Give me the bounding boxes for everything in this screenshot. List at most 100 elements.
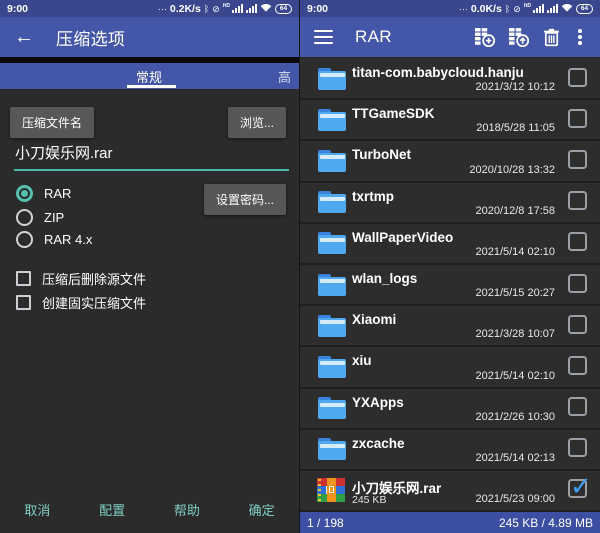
- file-row[interactable]: titan-com.babycloud.hanju 2021/3/12 10:1…: [300, 59, 600, 101]
- set-password-button[interactable]: 设置密码...: [203, 184, 286, 215]
- active-tab-underline: [127, 85, 176, 88]
- notification-dots-icon: ···: [458, 3, 468, 14]
- file-row[interactable]: YXApps 2021/2/26 10:30: [300, 388, 600, 430]
- delete-source-checkbox-row[interactable]: 压缩后删除源文件: [16, 269, 146, 288]
- folder-icon: [318, 314, 346, 337]
- menu-hamburger-icon[interactable]: [314, 29, 333, 45]
- radio-label: RAR: [44, 186, 72, 201]
- format-radio-zip[interactable]: ZIP: [16, 209, 64, 226]
- folder-icon: [318, 191, 346, 214]
- radio-icon[interactable]: [16, 185, 33, 202]
- battery-icon: 64: [275, 3, 292, 14]
- folder-icon: [318, 67, 346, 90]
- folder-icon: [318, 232, 346, 255]
- file-checkbox[interactable]: [568, 314, 587, 334]
- file-name: YXApps: [352, 394, 404, 410]
- file-checkbox[interactable]: [568, 471, 592, 502]
- bluetooth-icon: ᛒ: [203, 3, 210, 14]
- file-date: 2021/5/23 09:00: [475, 493, 555, 506]
- tab-bar: 常规 高级: [0, 63, 299, 104]
- general-tab-panel: 压缩文件名 浏览... 小刀娱乐网.rar RAR ZIP RAR 4.x 设置…: [0, 89, 299, 533]
- format-radio-rar4[interactable]: RAR 4.x: [16, 231, 92, 248]
- file-checkbox[interactable]: [568, 397, 587, 417]
- overflow-menu-icon[interactable]: [574, 29, 586, 45]
- page-title: 压缩选项: [56, 29, 126, 49]
- file-row[interactable]: xiu 2021/5/14 02:10: [300, 347, 600, 389]
- folder-icon: [318, 149, 346, 172]
- folder-icon: [318, 397, 346, 420]
- mute-icon: ⊘: [513, 3, 521, 14]
- solid-archive-checkbox-row[interactable]: 创建固实压缩文件: [16, 293, 146, 312]
- file-name: TurboNet: [352, 147, 411, 163]
- file-checkbox[interactable]: [568, 355, 587, 375]
- mute-icon: ⊘: [212, 3, 220, 14]
- file-list: titan-com.babycloud.hanju 2021/3/12 10:1…: [300, 57, 600, 512]
- selection-size: 245 KB / 4.89 MB: [498, 515, 593, 530]
- archive-filename-input[interactable]: 小刀娱乐网.rar: [15, 142, 113, 163]
- archive-name-button[interactable]: 压缩文件名: [10, 107, 95, 138]
- notification-dots-icon: ···: [157, 3, 167, 14]
- file-date: 2020/12/8 17:58: [475, 204, 555, 217]
- profiles-button[interactable]: 配置: [75, 492, 150, 527]
- dual-screenshot: 9:00 ··· 0.2K/s ᛒ ⊘ HD 64 ← 压缩选项 常规 高级 压…: [0, 0, 600, 533]
- file-row[interactable]: wlan_logs 2021/5/15 20:27: [300, 264, 600, 307]
- file-row[interactable]: txrtmp 2020/12/8 17:58: [300, 182, 600, 224]
- file-date: 2021/3/12 10:12: [475, 81, 555, 94]
- file-name: wlan_logs: [352, 270, 418, 286]
- network-speed: 0.2K/s: [169, 2, 201, 15]
- checkbox-label: 压缩后删除源文件: [42, 272, 147, 287]
- format-radio-rar[interactable]: RAR: [16, 185, 71, 202]
- file-checkbox[interactable]: [568, 67, 587, 87]
- file-checkbox[interactable]: [568, 438, 587, 458]
- radio-label: ZIP: [44, 210, 65, 225]
- file-row[interactable]: TurboNet 2020/10/28 13:32: [300, 141, 600, 183]
- checkbox-icon[interactable]: [16, 271, 31, 286]
- browse-button[interactable]: 浏览...: [227, 107, 286, 138]
- file-date: 2021/5/14 02:10: [475, 245, 555, 258]
- file-checkbox[interactable]: [568, 273, 587, 293]
- file-name: titan-com.babycloud.hanju: [352, 65, 524, 80]
- clock: 9:00: [307, 2, 329, 15]
- add-to-archive-icon[interactable]: [475, 27, 496, 47]
- folder-icon: [318, 273, 346, 296]
- clock: 9:00: [7, 2, 29, 15]
- file-name: TTGameSDK: [352, 106, 435, 122]
- file-checkbox[interactable]: [568, 232, 587, 252]
- delete-trash-icon[interactable]: [543, 28, 560, 47]
- file-row[interactable]: zxcache 2021/5/14 02:13: [300, 429, 600, 471]
- cancel-button[interactable]: 取消: [0, 492, 75, 527]
- folder-icon: [318, 355, 346, 378]
- file-row[interactable]: WallPaperVideo 2021/5/14 02:10: [300, 223, 600, 265]
- help-button[interactable]: 帮助: [150, 492, 225, 527]
- folder-icon: [318, 108, 346, 131]
- file-row[interactable]: Xiaomi 2021/3/28 10:07: [300, 306, 600, 348]
- file-row[interactable]: TTGameSDK 2018/5/28 11:05: [300, 100, 600, 142]
- back-arrow-icon[interactable]: ←: [14, 27, 34, 47]
- input-underline: [14, 169, 289, 171]
- file-date: 2021/5/14 02:13: [475, 451, 555, 464]
- tab-general[interactable]: 常规: [136, 67, 162, 86]
- file-date: 2021/3/28 10:07: [475, 328, 555, 341]
- radio-icon[interactable]: [16, 231, 33, 248]
- bluetooth-icon: ᛒ: [504, 3, 511, 14]
- file-name: txrtmp: [352, 188, 395, 204]
- file-date: 2021/2/26 10:30: [475, 410, 555, 423]
- file-browser-screen: 9:00 ··· 0.0K/s ᛒ ⊘ HD 64 RAR titan-com.…: [300, 0, 600, 533]
- file-date: 2020/10/28 13:32: [469, 163, 555, 176]
- wifi-icon: [561, 3, 573, 15]
- radio-icon[interactable]: [16, 209, 33, 226]
- ok-button[interactable]: 确定: [224, 492, 299, 527]
- checkbox-icon[interactable]: [16, 295, 31, 310]
- extract-archive-icon[interactable]: [509, 27, 530, 47]
- network-speed: 0.0K/s: [470, 2, 502, 15]
- file-date: 2018/5/28 11:05: [476, 122, 555, 135]
- rar-file-icon: [317, 478, 345, 503]
- dialog-footer: 取消 配置 帮助 确定: [0, 492, 299, 527]
- file-date: 2021/5/15 20:27: [475, 287, 555, 300]
- file-checkbox[interactable]: [568, 191, 587, 211]
- file-checkbox[interactable]: [568, 108, 587, 128]
- file-name: Xiaomi: [352, 312, 397, 328]
- file-checkbox[interactable]: [568, 149, 587, 169]
- file-row[interactable]: 小刀娱乐网.rar 245 KB 2021/5/23 09:00: [300, 470, 600, 512]
- app-title: RAR: [355, 27, 392, 46]
